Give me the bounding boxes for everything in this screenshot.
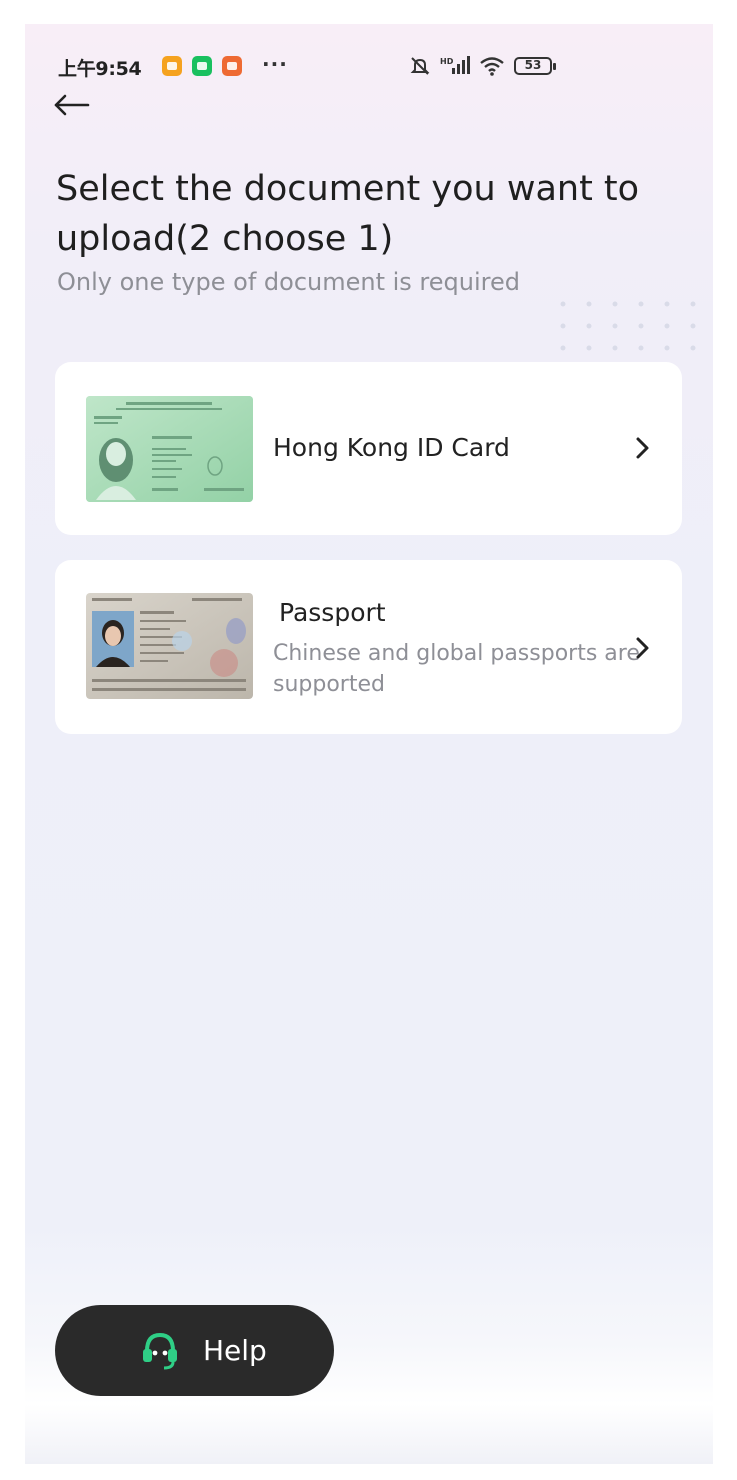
help-label: Help (203, 1334, 267, 1367)
taobao-app-icon (222, 56, 242, 76)
screen: 上午9:54 ··· HD 53 Select the document you… (25, 24, 713, 1464)
chevron-right-icon (636, 637, 649, 659)
document-option-hkid[interactable]: Hong Kong ID Card (55, 362, 682, 535)
signal-icon: HD (440, 56, 470, 74)
hkid-card-image (86, 396, 253, 502)
status-indicators: HD 53 (409, 54, 556, 78)
passport-image (86, 593, 253, 699)
wechat-app-icon (192, 56, 212, 76)
svg-text:HD: HD (440, 57, 454, 66)
page-subtitle: Only one type of document is required (57, 268, 520, 296)
notes-app-icon (162, 56, 182, 76)
document-title: Passport (279, 598, 386, 627)
page-title: Select the document you want to upload(2… (56, 169, 640, 259)
help-button[interactable]: Help (55, 1305, 334, 1396)
mute-bell-icon (410, 57, 430, 75)
battery-icon: 53 (514, 57, 556, 75)
back-arrow-icon (54, 94, 90, 116)
battery-level: 53 (524, 58, 542, 72)
document-title: Hong Kong ID Card (273, 433, 510, 462)
status-time: 上午9:54 (58, 58, 142, 80)
back-button[interactable] (52, 90, 92, 120)
more-notifications-icon: ··· (262, 52, 288, 76)
status-bar: 上午9:54 ··· HD 53 (25, 52, 713, 82)
wifi-icon (480, 57, 504, 76)
document-option-passport[interactable]: Passport Chinese and global passports ar… (55, 560, 682, 734)
headset-icon (143, 1332, 177, 1370)
chevron-right-icon (636, 437, 649, 459)
document-description: Chinese and global passports are support… (273, 641, 640, 697)
